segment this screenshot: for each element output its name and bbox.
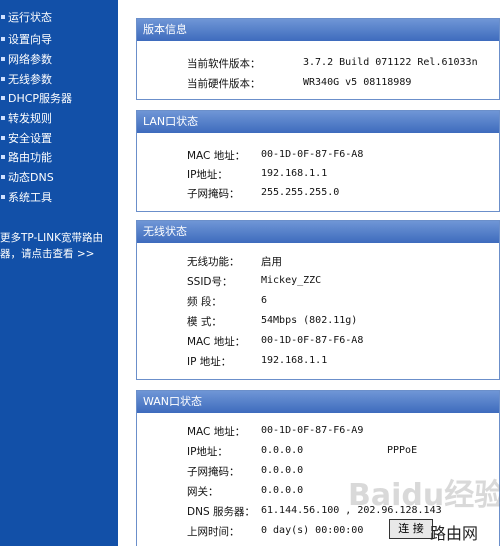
software-version-value: 3.7.2 Build 071122 Rel.61033n: [303, 57, 478, 68]
promo-link-line2[interactable]: 器，请点击查看 >>: [0, 247, 94, 262]
sidebar-item-label: DHCP服务器: [8, 92, 73, 105]
sidebar-item-system-tools[interactable]: 系统工具: [0, 188, 118, 208]
site-watermark: 路由网: [430, 524, 479, 543]
sidebar-item-wireless[interactable]: 无线参数: [0, 70, 118, 90]
mode-label: 模 式：: [187, 316, 222, 328]
sidebar-item-label: 安全设置: [8, 132, 52, 145]
wireless-function-value: 启用: [261, 256, 282, 268]
lan-mask-value: 255.255.255.0: [261, 187, 340, 198]
sidebar-item-network[interactable]: 网络参数: [0, 50, 118, 70]
lan-ip-value: 192.168.1.1: [261, 168, 328, 179]
wan-dns-label: DNS 服务器：: [187, 506, 255, 518]
wireless-mac-label: MAC 地址：: [187, 336, 246, 348]
software-version-label: 当前软件版本：: [187, 58, 261, 70]
sidebar-item-label: 系统工具: [8, 191, 52, 204]
baidu-watermark: Baidu经验: [348, 478, 500, 513]
wan-mac-label: MAC 地址：: [187, 426, 246, 438]
bullet-icon: [1, 116, 5, 120]
wan-gateway-value: 0.0.0.0: [261, 485, 304, 496]
sidebar-item-label: 转发规则: [8, 112, 52, 125]
panel-title: 无线状态: [137, 221, 499, 243]
sidebar-item-security[interactable]: 安全设置: [0, 129, 118, 149]
panel-title: LAN口状态: [137, 111, 499, 133]
lan-mask-label: 子网掩码：: [187, 188, 240, 200]
wan-ip-value: 0.0.0.0: [261, 445, 304, 456]
wan-ip-label: IP地址：: [187, 446, 228, 458]
bullet-icon: [1, 77, 5, 81]
bullet-icon: [1, 136, 5, 140]
wan-mac-value: 00-1D-0F-87-F6-A9: [261, 425, 364, 436]
sidebar-item-forwarding[interactable]: 转发规则: [0, 109, 118, 129]
panel-title: WAN口状态: [137, 391, 499, 413]
sidebar-item-label: 无线参数: [8, 73, 52, 86]
bullet-icon: [1, 57, 5, 61]
wireless-ip-value: 192.168.1.1: [261, 355, 328, 366]
wireless-ip-label: IP 地址：: [187, 356, 232, 368]
lan-mac-label: MAC 地址：: [187, 150, 246, 162]
wireless-mac-value: 00-1D-0F-87-F6-A8: [261, 335, 364, 346]
wan-mask-value: 0.0.0.0: [261, 465, 304, 476]
bullet-icon: [1, 155, 5, 159]
wan-connection-type: PPPoE: [387, 445, 418, 456]
lan-ip-label: IP地址：: [187, 169, 228, 181]
hardware-version-value: WR340G v5 08118989: [303, 77, 412, 88]
sidebar-item-label: 路由功能: [8, 151, 52, 164]
sidebar-item-label: 运行状态: [8, 11, 52, 24]
mode-value: 54Mbps (802.11g): [261, 315, 358, 326]
channel-value: 6: [261, 295, 268, 306]
sidebar-item-ddns[interactable]: 动态DNS: [0, 168, 118, 188]
wireless-panel: 无线状态 无线功能： 启用 SSID号： Mickey_ZZC 频 段： 6 模…: [136, 220, 500, 380]
sidebar-item-routing[interactable]: 路由功能: [0, 148, 118, 168]
wan-uptime-value: 0 day(s) 00:00:00: [261, 525, 364, 536]
promo-link-line1[interactable]: 更多TP-LINK宽带路由: [0, 231, 103, 246]
lan-mac-value: 00-1D-0F-87-F6-A8: [261, 149, 364, 160]
hardware-version-label: 当前硬件版本：: [187, 78, 261, 90]
bullet-icon: [1, 96, 5, 100]
ssid-label: SSID号：: [187, 276, 233, 288]
ssid-value: Mickey_ZZC: [261, 275, 322, 286]
sidebar-nav: 运行状态 设置向导 网络参数 无线参数 DHCP服务器 转发规则 安全设置 路由…: [0, 0, 118, 546]
sidebar-item-status[interactable]: 运行状态: [0, 8, 118, 28]
panel-title: 版本信息: [137, 19, 499, 41]
channel-label: 频 段：: [187, 296, 222, 308]
lan-panel: LAN口状态 MAC 地址： 00-1D-0F-87-F6-A8 IP地址： 1…: [136, 110, 500, 212]
wan-uptime-label: 上网时间：: [187, 526, 240, 538]
sidebar-item-label: 动态DNS: [8, 171, 54, 184]
sidebar-item-label: 设置向导: [8, 33, 52, 46]
main-content: 版本信息 当前软件版本： 3.7.2 Build 071122 Rel.6103…: [136, 0, 500, 546]
version-panel: 版本信息 当前软件版本： 3.7.2 Build 071122 Rel.6103…: [136, 18, 500, 100]
bullet-icon: [1, 37, 5, 41]
sidebar-item-dhcp[interactable]: DHCP服务器: [0, 89, 118, 109]
wan-mask-label: 子网掩码：: [187, 466, 240, 478]
wan-gateway-label: 网关：: [187, 486, 219, 498]
connect-button[interactable]: 连 接: [389, 519, 433, 539]
bullet-icon: [1, 15, 5, 19]
sidebar-divider: [118, 0, 136, 546]
sidebar-item-wizard[interactable]: 设置向导: [0, 30, 118, 50]
bullet-icon: [1, 195, 5, 199]
sidebar-item-label: 网络参数: [8, 53, 52, 66]
wireless-function-label: 无线功能：: [187, 256, 240, 268]
bullet-icon: [1, 175, 5, 179]
